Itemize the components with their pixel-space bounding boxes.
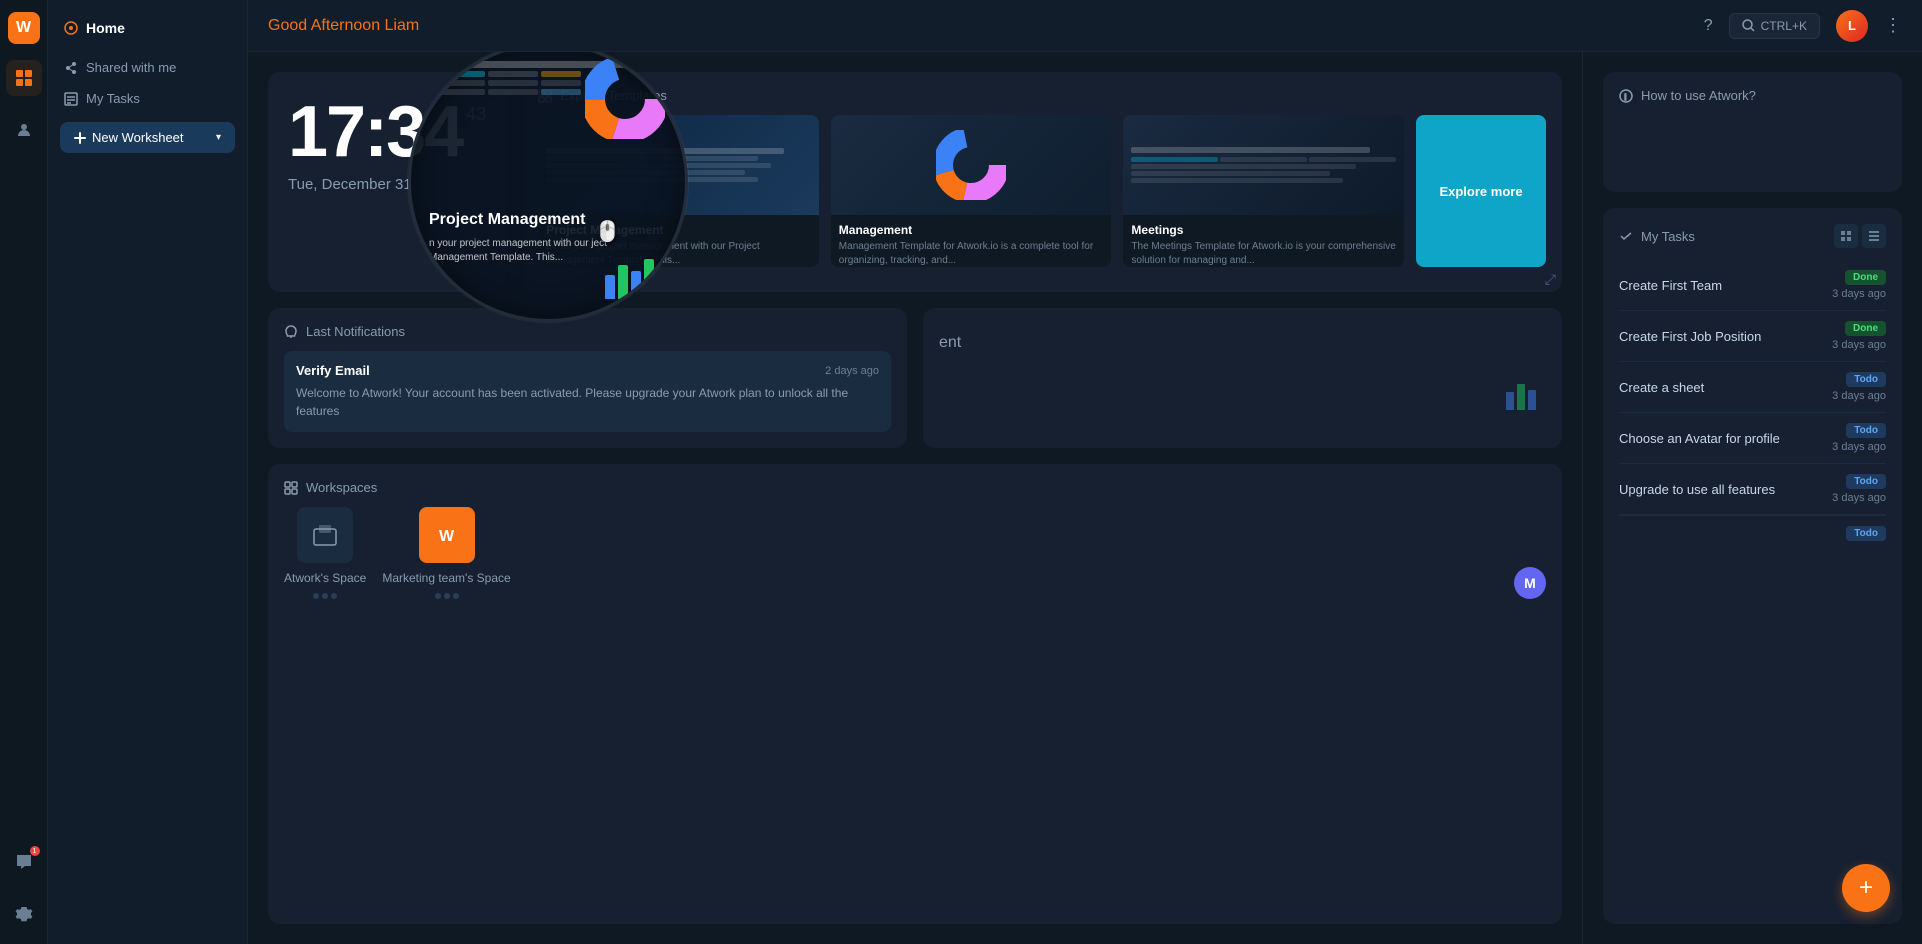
topbar: Good Afternoon Liam ? CTRL+K L ⋮ bbox=[248, 0, 1922, 52]
sidebar-icon-chat[interactable]: 1 bbox=[6, 844, 42, 880]
greeting-text: Good Afternoon Liam bbox=[268, 17, 419, 35]
workspace-name-marketing: Marketing team's Space bbox=[382, 571, 510, 585]
task-badge-1: Done bbox=[1845, 321, 1886, 336]
user-avatar[interactable]: L bbox=[1836, 10, 1868, 42]
workspace-icon-marketing: W bbox=[419, 507, 475, 563]
task-badge-partial: Todo bbox=[1846, 526, 1886, 541]
notifications-row: Last Notifications Verify Email 2 days a… bbox=[268, 308, 1562, 448]
magnifier-overlay: Project Management n your project manage… bbox=[408, 52, 688, 322]
how-to-header: i How to use Atwork? bbox=[1619, 88, 1886, 103]
explore-more-button[interactable]: Explore more bbox=[1416, 115, 1546, 267]
task-item-2: Create a sheet Todo 3 days ago bbox=[1619, 362, 1886, 413]
task-badge-4: Todo bbox=[1846, 474, 1886, 489]
sidebar-item-tasks[interactable]: My Tasks bbox=[48, 83, 247, 114]
sidebar-icon-grid[interactable] bbox=[6, 60, 42, 96]
resize-handle: ⤢ bbox=[1545, 271, 1556, 288]
template-2-title: Management bbox=[839, 223, 1104, 237]
template-card-3[interactable]: Meetings The Meetings Template for Atwor… bbox=[1123, 115, 1404, 267]
topbar-right: ? CTRL+K L ⋮ bbox=[1704, 10, 1902, 42]
sidebar-icon-person[interactable] bbox=[6, 112, 42, 148]
task-badge-3: Todo bbox=[1846, 423, 1886, 438]
task-badge-2: Todo bbox=[1846, 372, 1886, 387]
bottom-sections: Workspaces Atwork's Space bbox=[268, 464, 1562, 924]
icon-bar: W 1 bbox=[0, 0, 48, 944]
chat-notification-count: 1 bbox=[30, 846, 40, 856]
explore-templates-header: Explore Templates bbox=[538, 88, 1546, 103]
workspace-item-marketing[interactable]: W Marketing team's Space bbox=[382, 507, 510, 599]
notification-item-0: Verify Email 2 days ago Welcome to Atwor… bbox=[284, 351, 891, 432]
workspaces-section: Workspaces Atwork's Space bbox=[268, 464, 1562, 924]
svg-text:i: i bbox=[1625, 93, 1627, 102]
main-area: Good Afternoon Liam ? CTRL+K L ⋮ 1 bbox=[248, 0, 1922, 944]
fab-button[interactable]: + bbox=[1842, 864, 1890, 912]
task-item-3: Choose an Avatar for profile Todo 3 days… bbox=[1619, 413, 1886, 464]
workspaces-grid: Atwork's Space W bbox=[284, 507, 1546, 599]
new-worksheet-chevron: ▾ bbox=[216, 132, 221, 143]
task-item-4: Upgrade to use all features Todo 3 days … bbox=[1619, 464, 1886, 515]
grid-view-button[interactable] bbox=[1834, 224, 1858, 248]
app-logo[interactable]: W bbox=[8, 12, 40, 44]
task-badge-0: Done bbox=[1845, 270, 1886, 285]
list-view-button[interactable] bbox=[1862, 224, 1886, 248]
my-tasks-header: My Tasks bbox=[1619, 224, 1886, 248]
my-tasks-title: My Tasks bbox=[1619, 229, 1695, 244]
how-to-card: i How to use Atwork? bbox=[1603, 72, 1902, 192]
workspace-avatar-m: M bbox=[1514, 567, 1546, 599]
task-item-0: Create First Team Done 3 days ago bbox=[1619, 260, 1886, 311]
workspace-icon-atwork bbox=[297, 507, 353, 563]
template-card-2[interactable]: Management Management Template for Atwor… bbox=[831, 115, 1112, 267]
sidebar-item-shared[interactable]: Shared with me bbox=[48, 52, 247, 83]
right-panel: i How to use Atwork? My Tasks bbox=[1582, 52, 1922, 944]
search-button[interactable]: CTRL+K bbox=[1729, 13, 1820, 39]
svg-text:W: W bbox=[439, 528, 455, 545]
my-tasks-card: My Tasks bbox=[1603, 208, 1902, 924]
template-3-title: Meetings bbox=[1131, 223, 1396, 237]
workspace-dots bbox=[313, 593, 337, 599]
help-button[interactable]: ? bbox=[1704, 17, 1713, 35]
left-panel: 17:34 43 Tue, December 31 Explore Templa… bbox=[248, 52, 1582, 944]
workspace-name-atwork: Atwork's Space bbox=[284, 571, 366, 585]
workspace-dots-marketing bbox=[435, 593, 459, 599]
second-panel: ent bbox=[923, 308, 1562, 448]
more-options-button[interactable]: ⋮ bbox=[1884, 15, 1902, 36]
tasks-label: My Tasks bbox=[86, 91, 140, 106]
sidebar: Home Shared with me My Tasks New Workshe… bbox=[48, 0, 248, 944]
task-item-1: Create First Job Position Done 3 days ag… bbox=[1619, 311, 1886, 362]
template-2-desc: Management Template for Atwork.io is a c… bbox=[839, 240, 1104, 267]
template-3-desc: The Meetings Template for Atwork.io is y… bbox=[1131, 240, 1396, 267]
view-toggle bbox=[1834, 224, 1886, 248]
notifications-card: Last Notifications Verify Email 2 days a… bbox=[268, 308, 907, 448]
notifications-header: Last Notifications bbox=[284, 324, 891, 339]
sidebar-icon-settings[interactable] bbox=[6, 896, 42, 932]
shared-label: Shared with me bbox=[86, 60, 176, 75]
content-area: 17:34 43 Tue, December 31 Explore Templa… bbox=[248, 52, 1922, 944]
workspace-item-atwork[interactable]: Atwork's Space bbox=[284, 507, 366, 599]
workspaces-header: Workspaces bbox=[284, 480, 1546, 495]
sidebar-title[interactable]: Home bbox=[48, 12, 247, 52]
new-worksheet-button[interactable]: New Worksheet ▾ bbox=[60, 122, 235, 153]
